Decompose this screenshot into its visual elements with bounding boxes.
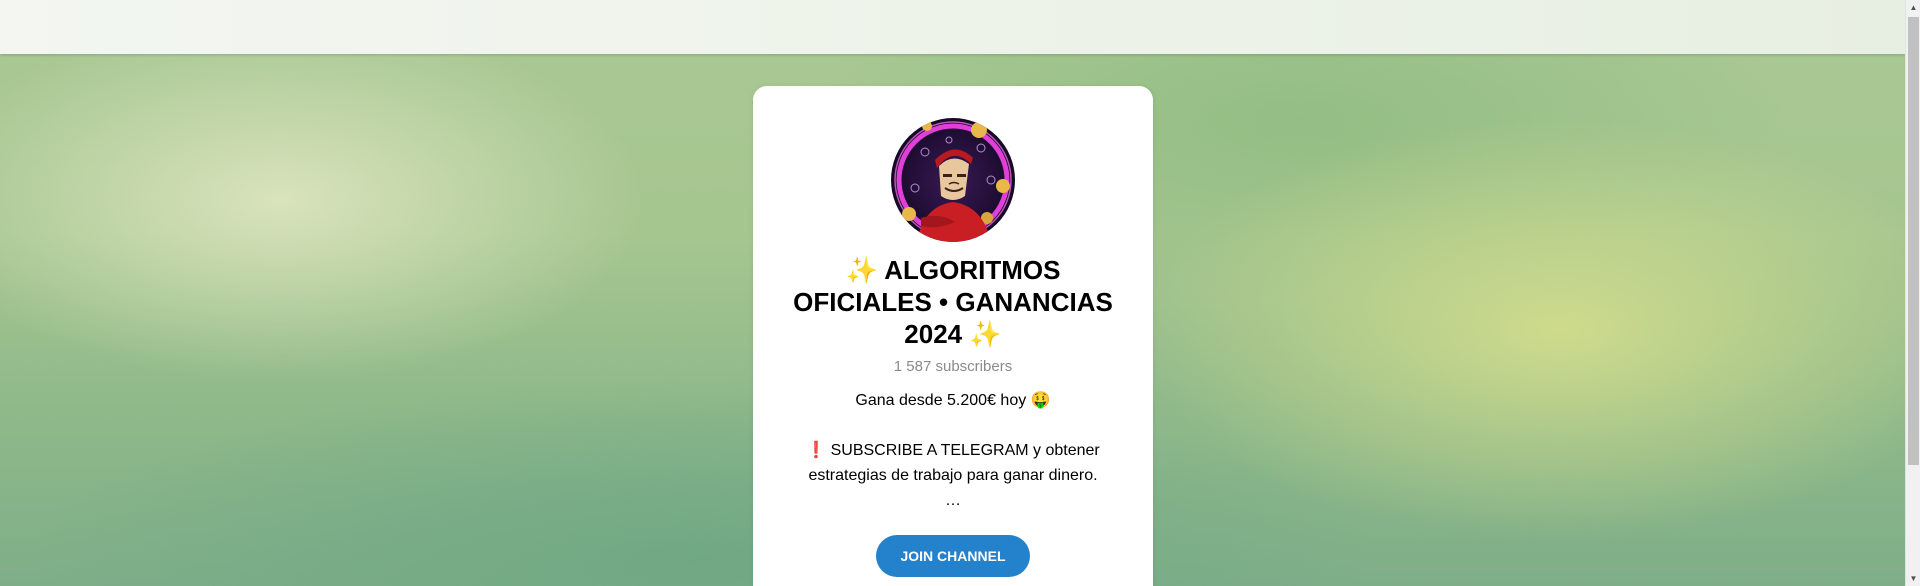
subscriber-count: 1 587 subscribers	[893, 358, 1013, 375]
scroll-down-arrow-icon[interactable]: ▼	[1906, 571, 1920, 586]
channel-avatar	[891, 118, 1015, 242]
channel-description: Gana desde 5.200€ hoy 🤑 ❗️ SUBSCRIBE A T…	[793, 388, 1113, 513]
scrollbar-thumb[interactable]	[1908, 17, 1919, 465]
scroll-up-arrow-icon[interactable]: ▲	[1906, 0, 1920, 15]
description-ellipsis: …	[945, 492, 961, 509]
description-line: Gana desde 5.200€ hoy 🤑	[855, 392, 1051, 409]
channel-title: ✨ ALGORITMOS OFICIALES • GANANCIAS 2024 …	[793, 255, 1113, 349]
description-line: ❗️ SUBSCRIBE A TELEGRAM y obtener estrat…	[806, 442, 1100, 484]
join-channel-button[interactable]: JOIN CHANNEL	[876, 535, 1030, 577]
top-header-bar	[0, 0, 1905, 54]
vertical-scrollbar[interactable]: ▲ ▼	[1905, 0, 1920, 586]
channel-card: ✨ ALGORITMOS OFICIALES • GANANCIAS 2024 …	[753, 86, 1153, 586]
